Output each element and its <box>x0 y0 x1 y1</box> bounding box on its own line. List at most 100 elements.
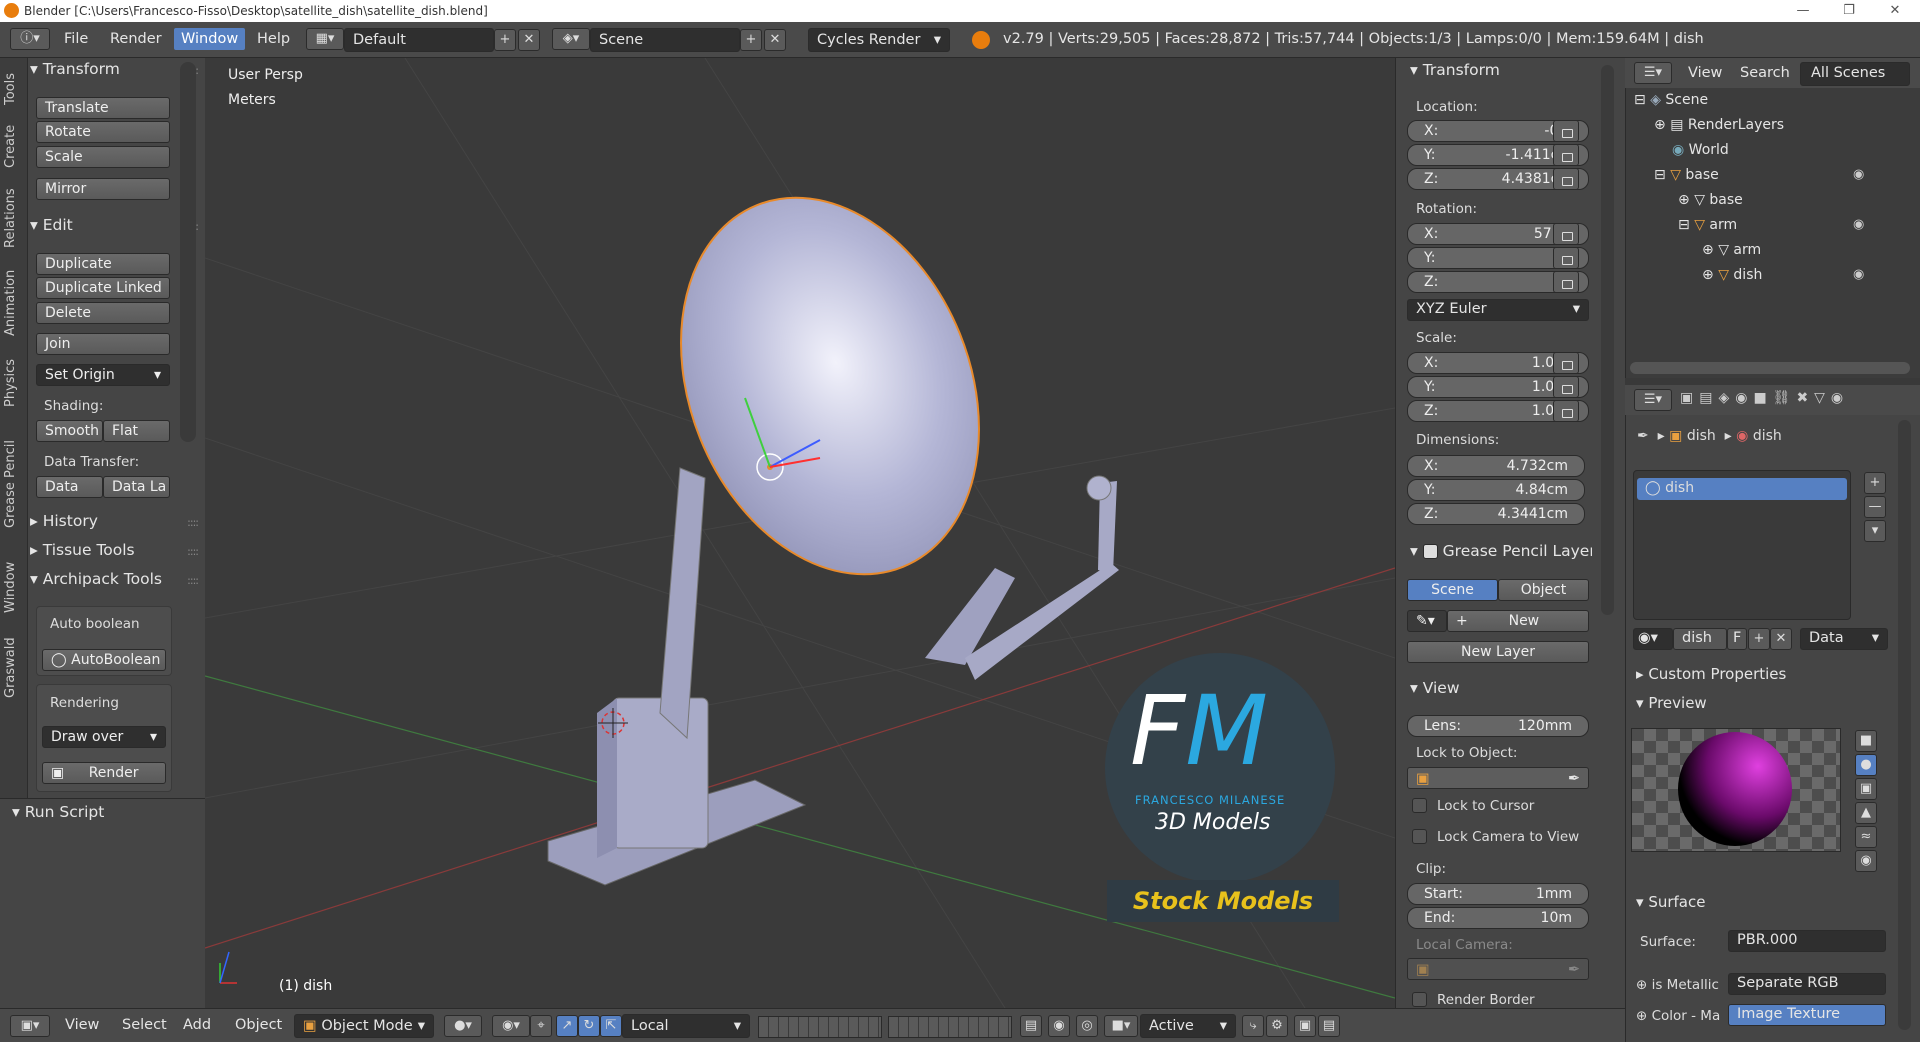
visibility-eye-icon[interactable]: ◉ <box>1853 167 1864 182</box>
camera-render-icon[interactable]: ▣ <box>1294 1015 1316 1037</box>
preview-sphere-icon[interactable]: ● <box>1855 754 1877 776</box>
proportional-edit-icon[interactable]: ◎ <box>1076 1015 1098 1037</box>
flat-button[interactable]: Flat <box>103 420 170 442</box>
grease-scene-tab[interactable]: Scene <box>1407 579 1498 601</box>
outliner-row-scene[interactable]: ⊟ ◈ Scene <box>1634 92 1708 116</box>
render-border-checkbox[interactable] <box>1412 992 1427 1007</box>
fake-user-button[interactable]: F <box>1727 628 1747 650</box>
render-button[interactable]: ▣ Render <box>42 762 166 784</box>
data-button[interactable]: Data <box>36 476 103 498</box>
surface-shader-select[interactable]: PBR.000 <box>1728 930 1886 952</box>
visibility-eye-icon[interactable]: ◉ <box>1853 217 1864 232</box>
preview-cube-icon[interactable]: ▣ <box>1855 778 1877 800</box>
lock-location-x-icon[interactable] <box>1553 120 1579 142</box>
lock-scale-z-icon[interactable] <box>1553 400 1579 422</box>
lock-cursor-checkbox[interactable] <box>1412 798 1427 813</box>
pin-icon[interactable]: ✒ <box>1637 428 1649 444</box>
add-scene-icon[interactable]: + <box>740 29 762 51</box>
rotation-mode-select[interactable]: XYZ Euler ▾ <box>1407 299 1589 321</box>
add-screen-icon[interactable]: + <box>494 29 516 51</box>
remove-scene-icon[interactable]: ✕ <box>764 29 786 51</box>
pencil-icon[interactable]: ✎▾ <box>1407 610 1447 632</box>
preview-header[interactable]: ▾ Preview <box>1636 694 1707 712</box>
outliner-row-world[interactable]: ◉ World <box>1672 142 1729 166</box>
outliner-menu-search[interactable]: Search <box>1740 65 1790 81</box>
scale-manipulator-icon[interactable]: ⇱ <box>600 1015 622 1037</box>
unlink-material-icon[interactable]: ✕ <box>1770 628 1792 650</box>
panel-tissue-header[interactable]: ▸ Tissue Tools:::: <box>30 541 202 565</box>
screen-layout-field[interactable]: Default <box>344 28 494 52</box>
material-browse-icon[interactable]: ◉▾ <box>1633 628 1673 650</box>
remove-slot-icon[interactable]: — <box>1864 496 1886 518</box>
snap-element-icon[interactable]: ■▾ <box>1104 1015 1138 1037</box>
tool-shelf-scrollbar[interactable] <box>180 62 196 442</box>
clip-start-field[interactable]: Start: 1mm <box>1407 883 1589 905</box>
menu-render[interactable]: Render <box>110 31 162 47</box>
outliner-row-base[interactable]: ⊟ ▽ base <box>1654 167 1719 191</box>
smooth-button[interactable]: Smooth <box>36 420 103 442</box>
n-panel-scrollbar[interactable] <box>1601 65 1614 615</box>
outliner-row-renderlayers[interactable]: ⊕ ▤ RenderLayers <box>1654 117 1784 141</box>
lock-rotation-x-icon[interactable] <box>1553 223 1579 245</box>
custom-properties-header[interactable]: ▸ Custom Properties <box>1636 665 1786 683</box>
viewport-shading-icon[interactable]: ●▾ <box>444 1015 482 1037</box>
properties-scrollbar[interactable] <box>1898 420 1911 1030</box>
outliner-filter-select[interactable]: All Scenes <box>1800 62 1910 86</box>
lock-location-y-icon[interactable] <box>1553 144 1579 166</box>
panel-history-header[interactable]: ▸ History:::: <box>30 512 202 536</box>
snap-align-icon[interactable]: ⤷ <box>1242 1015 1264 1037</box>
transform-orientation-select[interactable]: Local ▾ <box>622 1014 750 1038</box>
panel-archipack-header[interactable]: ▾ Archipack Tools:::: <box>30 570 202 594</box>
outliner-menu-view[interactable]: View <box>1688 65 1722 81</box>
join-button[interactable]: Join <box>36 333 170 355</box>
material-link-select[interactable]: Data ▾ <box>1800 628 1888 650</box>
outliner-row-arm[interactable]: ⊟ ▽ arm <box>1678 217 1737 241</box>
close-icon[interactable]: ✕ <box>1872 0 1918 22</box>
grease-new-button[interactable]: + New <box>1447 610 1589 632</box>
properties-context-tabs[interactable]: ▣▤◈◉■⛓✖▽◉ <box>1680 390 1912 412</box>
menu-window[interactable]: Window <box>174 28 246 50</box>
render-layers-icon[interactable]: ◉ <box>1048 1015 1070 1037</box>
tab-tools[interactable]: Tools <box>3 64 25 114</box>
layer-buttons-b[interactable] <box>888 1016 1012 1038</box>
render-animation-icon[interactable]: ▤ <box>1318 1015 1340 1037</box>
minimize-icon[interactable]: — <box>1780 0 1826 22</box>
menu-help[interactable]: Help <box>257 31 290 47</box>
select-menu[interactable]: Select <box>122 1017 167 1033</box>
outliner-row-arm-mesh[interactable]: ⊕ ▽ arm <box>1702 242 1761 266</box>
new-layer-button[interactable]: New Layer <box>1407 641 1589 663</box>
tab-create[interactable]: Create <box>3 116 25 176</box>
scale-button[interactable]: Scale <box>36 146 170 168</box>
outliner-row-dish[interactable]: ⊕ ▽ dish <box>1702 267 1762 291</box>
tab-physics[interactable]: Physics <box>3 348 25 418</box>
scene-icon[interactable]: ◈▾ <box>552 28 590 50</box>
data-layout-button[interactable]: Data La <box>103 476 170 498</box>
object-menu[interactable]: Object <box>235 1017 282 1033</box>
local-camera-field[interactable]: ▣ ✒ <box>1407 958 1589 980</box>
tab-animation[interactable]: Animation <box>3 260 25 346</box>
color-map-input-select[interactable]: Image Texture <box>1728 1004 1886 1026</box>
grease-pencil-header[interactable]: ▾ Grease Pencil Layer <box>1410 542 1592 560</box>
dimensions-z-field[interactable]: Z: 4.3441cm <box>1407 503 1585 525</box>
draw-over-select[interactable]: Draw over ▾ <box>42 726 166 748</box>
panel-edit-header[interactable]: ▾ Edit:::: <box>30 216 202 240</box>
remove-screen-icon[interactable]: ✕ <box>518 29 540 51</box>
slot-specials-icon[interactable]: ▾ <box>1864 520 1886 542</box>
lock-location-z-icon[interactable] <box>1553 168 1579 190</box>
tab-grease-pencil[interactable]: Grease Pencil <box>3 420 25 548</box>
delete-button[interactable]: Delete <box>36 302 170 324</box>
surface-header[interactable]: ▾ Surface <box>1636 893 1705 911</box>
manipulator-toggle-icon[interactable]: ⌖ <box>530 1015 552 1037</box>
material-slot-dish[interactable]: ◯ dish <box>1637 478 1847 500</box>
local-camera-eyedropper-icon[interactable]: ✒ <box>1568 962 1580 978</box>
tab-window[interactable]: Window <box>3 550 25 624</box>
add-menu[interactable]: Add <box>183 1017 211 1033</box>
eyedropper-icon[interactable]: ✒ <box>1568 771 1580 787</box>
rotate-button[interactable]: Rotate <box>36 121 170 143</box>
lock-rotation-z-icon[interactable] <box>1553 271 1579 293</box>
3d-view-editor-icon[interactable]: ▣▾ <box>10 1015 50 1037</box>
translate-button[interactable]: Translate <box>36 97 170 119</box>
add-slot-icon[interactable]: + <box>1864 472 1886 494</box>
view-menu[interactable]: View <box>65 1017 99 1033</box>
menu-file[interactable]: File <box>64 31 88 47</box>
